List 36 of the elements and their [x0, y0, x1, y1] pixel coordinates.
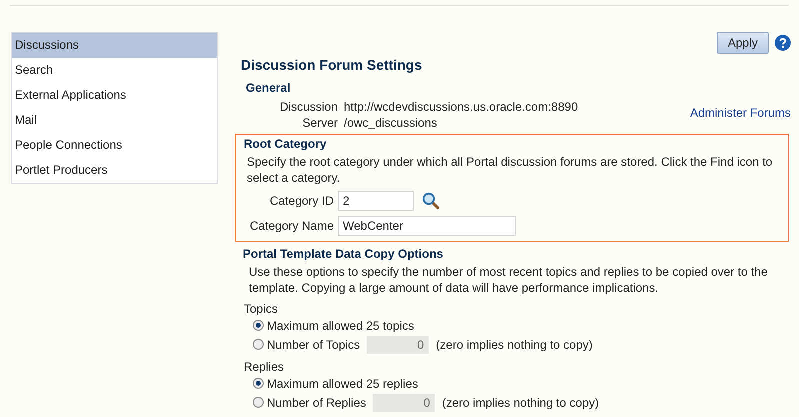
hint-text: (zero implies nothing to copy) [436, 338, 593, 352]
description-text: Specify the root category under which all Portal discussion forums are stored. Click the Find icon to select a category. [247, 154, 774, 186]
server-url: http://wcdevdiscussions.us.oracle.com:8890 /owc_discussions [344, 99, 580, 131]
search-icon[interactable] [422, 192, 440, 210]
sidebar-item[interactable]: Portlet Producers [12, 158, 217, 183]
sidebar-item[interactable]: Mail [12, 108, 217, 133]
page-title: Discussion Forum Settings [241, 57, 424, 73]
field-label: Discussion Server [278, 99, 338, 131]
input-field[interactable]: 2 [338, 191, 414, 211]
section-heading: General [246, 81, 292, 95]
group-label: Replies [244, 360, 286, 374]
sidebar-item[interactable]: Search [12, 58, 217, 83]
description-text: Use these options to specify the number of most recent topics and replies to be copied over to the template. Copying a large amount of data will have performance implications. [249, 264, 769, 296]
radio-button[interactable] [253, 378, 264, 389]
count-field[interactable]: 0 [373, 394, 436, 412]
group-label: Topics [244, 302, 280, 316]
field-label: Category Name [248, 219, 334, 233]
radio-button[interactable] [253, 397, 264, 408]
help-icon[interactable] [775, 35, 791, 51]
option-label: Maximum allowed 25 replies [267, 376, 418, 390]
sidebar-item[interactable]: External Applications [12, 83, 217, 108]
option-label: Number of Topics [267, 338, 360, 352]
section-heading: Root Category [244, 137, 328, 151]
option-label: Number of Replies [267, 396, 366, 410]
hint-text: (zero implies nothing to copy) [442, 396, 600, 410]
apply-button[interactable]: Apply [716, 32, 769, 54]
input-field[interactable]: WebCenter [338, 216, 516, 236]
count-field[interactable]: 0 [367, 336, 430, 354]
sidebar-item[interactable]: Discussions [12, 33, 217, 58]
option-label: Maximum allowed 25 topics [267, 318, 414, 332]
radio-button[interactable] [253, 320, 264, 331]
administer-forums-link[interactable]: Administer Forums [690, 106, 791, 120]
section-heading: Portal Template Data Copy Options [243, 247, 444, 261]
sidebar-item[interactable]: People Connections [12, 133, 217, 158]
radio-button[interactable] [253, 339, 264, 350]
field-label: Category ID [268, 194, 334, 208]
